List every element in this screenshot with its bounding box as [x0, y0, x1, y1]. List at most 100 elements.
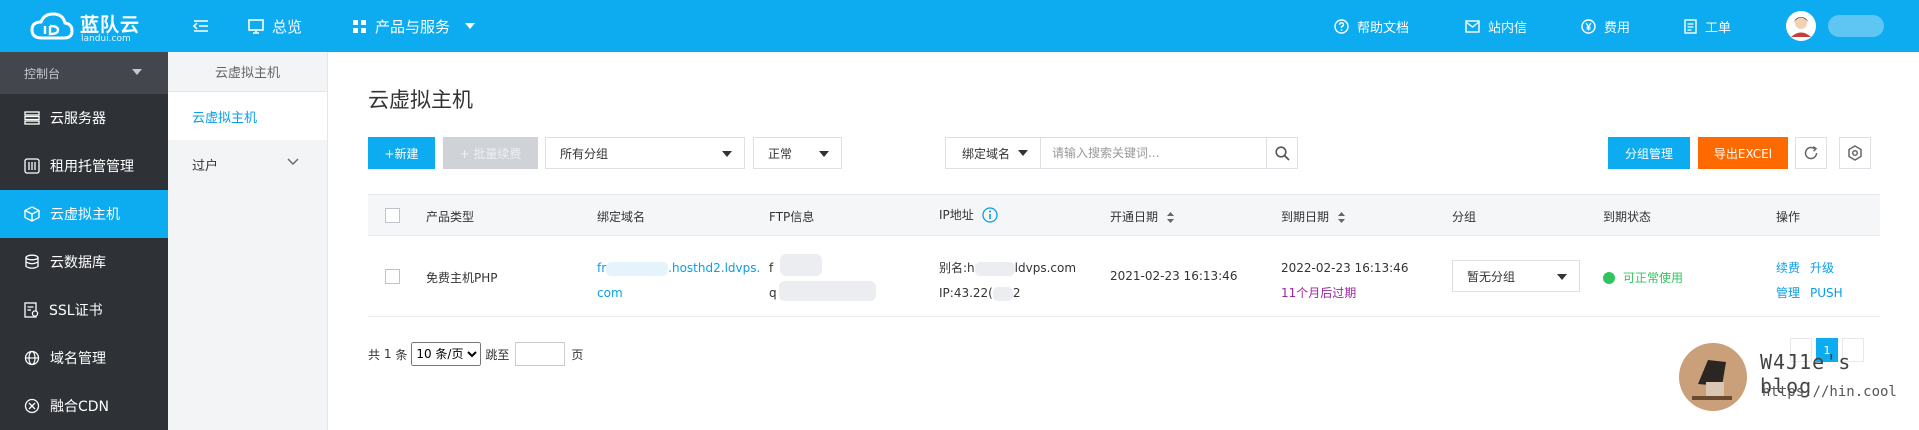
sub-sidebar-item-label: 过户	[192, 158, 219, 174]
row-domain-link[interactable]: fr .hosthd2.ldvps. com	[597, 256, 760, 306]
sidebar-item-hosting[interactable]: 租用托管管理	[0, 142, 168, 190]
search-box: 绑定域名	[945, 137, 1298, 169]
row-alias-a: 别名:h	[939, 261, 975, 275]
row-open-date: 2021-02-23 16:13:46	[1110, 269, 1238, 283]
caret-down-icon	[1018, 150, 1028, 156]
sidebar-item-virtual-host[interactable]: 云虚拟主机	[0, 190, 168, 238]
info-icon[interactable]	[982, 206, 998, 223]
sidebar-item-cloud-server[interactable]: 云服务器	[0, 94, 168, 142]
export-excel-button[interactable]: 导出EXCEl	[1698, 137, 1788, 169]
sidebar-item-label: 云服务器	[50, 111, 106, 127]
pager-page-unit: 页	[571, 347, 584, 362]
pager-total: 1	[383, 347, 392, 361]
row-domain-part: fr	[597, 261, 607, 275]
group-manage-button[interactable]: 分组管理	[1608, 137, 1690, 169]
col-open-date-label: 开通日期	[1110, 210, 1159, 224]
col-domain: 绑定域名	[597, 210, 646, 224]
blurred-text	[780, 254, 822, 276]
search-icon	[1275, 145, 1290, 161]
status-filter-value: 正常	[768, 146, 793, 161]
status-filter-select[interactable]: 正常	[753, 137, 842, 169]
search-field-label: 绑定域名	[962, 146, 1011, 161]
blurred-text	[779, 281, 876, 301]
manage-link[interactable]: 管理	[1776, 286, 1800, 300]
table-row: 免费主机PHP fr .hosthd2.ldvps. com f q 别名:h ld…	[368, 236, 1880, 317]
col-ftp: FTP信息	[769, 210, 815, 224]
pager-total-suffix: 条	[395, 347, 408, 362]
sidebar-header[interactable]: 控制台	[0, 52, 168, 94]
row-ftp-user: f	[769, 261, 774, 275]
col-ip-label: IP地址	[939, 208, 974, 222]
row-expire-status: 可正常使用	[1603, 269, 1683, 286]
sidebar-item-label: 租用托管管理	[50, 159, 134, 175]
avatar	[1786, 11, 1816, 41]
col-action: 操作	[1776, 210, 1801, 224]
chevron-down-icon	[287, 158, 299, 165]
row-checkbox[interactable]	[385, 269, 400, 284]
caret-down-icon	[1557, 274, 1567, 280]
push-link[interactable]: PUSH	[1810, 286, 1843, 300]
blurred-text	[992, 286, 1013, 301]
sidebar-item-label: 云虚拟主机	[50, 207, 120, 223]
upgrade-link[interactable]: 升级	[1810, 261, 1834, 275]
cloud-logo-icon	[30, 12, 74, 40]
sidebar-item-label: 融合CDN	[50, 399, 110, 415]
sort-icon	[1338, 212, 1346, 223]
sidebar-item-label: 域名管理	[50, 351, 106, 367]
caret-down-icon	[722, 151, 732, 157]
nav-overview[interactable]: 总览	[248, 0, 302, 52]
top-bar: 蓝队云 landui.com 总览 产品与服务 帮助文档 站内信 费用 工单	[0, 0, 1919, 52]
sidebar-item-cdn[interactable]: 融合CDN	[0, 382, 168, 430]
nav-products-dropdown[interactable]: 产品与服务	[352, 0, 484, 52]
brand-name: 蓝队云	[80, 14, 141, 36]
sub-sidebar-item-transfer[interactable]: 过户	[168, 140, 327, 188]
help-circle-icon	[1334, 18, 1349, 34]
sub-sidebar-item-virtual-host[interactable]: 云虚拟主机	[168, 92, 327, 140]
nav-products-label: 产品与服务	[375, 17, 451, 36]
renew-link[interactable]: 续费	[1776, 261, 1800, 275]
mail-icon	[1465, 19, 1480, 33]
sidebar-item-domain[interactable]: 域名管理	[0, 334, 168, 382]
nav-tickets[interactable]: 工单	[1684, 0, 1731, 52]
page-size-select[interactable]: 10 条/页	[411, 342, 482, 366]
row-product-type: 免费主机PHP	[426, 271, 498, 285]
logo[interactable]: 蓝队云 landui.com	[30, 8, 140, 44]
row-ftp-info: f q	[769, 256, 777, 306]
nav-billing[interactable]: 费用	[1581, 0, 1630, 52]
new-button[interactable]: +新建	[368, 137, 435, 169]
collapse-menu-button[interactable]	[193, 0, 217, 52]
sub-sidebar-title: 云虚拟主机	[168, 52, 327, 92]
settings-button[interactable]	[1839, 137, 1871, 169]
nav-help[interactable]: 帮助文档	[1334, 0, 1409, 52]
pagination: 共 1 条 10 条/页 跳至 页	[368, 342, 583, 366]
globe-icon	[24, 350, 40, 366]
user-menu[interactable]	[1786, 0, 1884, 52]
col-open-date[interactable]: 开通日期	[1110, 208, 1175, 225]
row-domain-part: .hosthd2.ldvps.	[668, 261, 761, 275]
hosts-table: 产品类型 绑定域名 FTP信息 IP地址 开通日期 到期日期 分组 到期状态 操…	[368, 194, 1880, 317]
certificate-icon	[24, 302, 39, 318]
search-button[interactable]	[1266, 138, 1298, 168]
table-header: 产品类型 绑定域名 FTP信息 IP地址 开通日期 到期日期 分组 到期状态 操…	[368, 194, 1880, 236]
batch-renew-button[interactable]: + 批量续费	[443, 137, 538, 169]
sidebar-item-database[interactable]: 云数据库	[0, 238, 168, 286]
search-input[interactable]	[1042, 138, 1232, 168]
nav-messages[interactable]: 站内信	[1465, 0, 1527, 52]
row-domain-part: com	[597, 286, 623, 300]
select-all-checkbox[interactable]	[385, 208, 400, 223]
refresh-button[interactable]	[1795, 137, 1827, 169]
row-alias-b: ldvps.com	[1014, 261, 1077, 275]
row-expire-date: 2022-02-23 16:13:46	[1281, 261, 1409, 275]
col-expire-date[interactable]: 到期日期	[1281, 208, 1346, 225]
nav-messages-label: 站内信	[1488, 20, 1528, 36]
row-group-select[interactable]: 暂无分组	[1452, 260, 1580, 292]
sidebar-item-ssl[interactable]: SSL证书	[0, 286, 168, 334]
group-filter-select[interactable]: 所有分组	[545, 137, 745, 169]
gear-icon	[1848, 145, 1862, 161]
nav-billing-label: 费用	[1604, 20, 1631, 36]
search-field-select[interactable]: 绑定域名	[946, 138, 1041, 168]
row-ip-b: 2	[1012, 286, 1021, 300]
page-jump-input[interactable]	[515, 342, 566, 366]
menu-collapse-icon	[193, 20, 208, 32]
sidebar-item-label: 云数据库	[50, 255, 106, 271]
